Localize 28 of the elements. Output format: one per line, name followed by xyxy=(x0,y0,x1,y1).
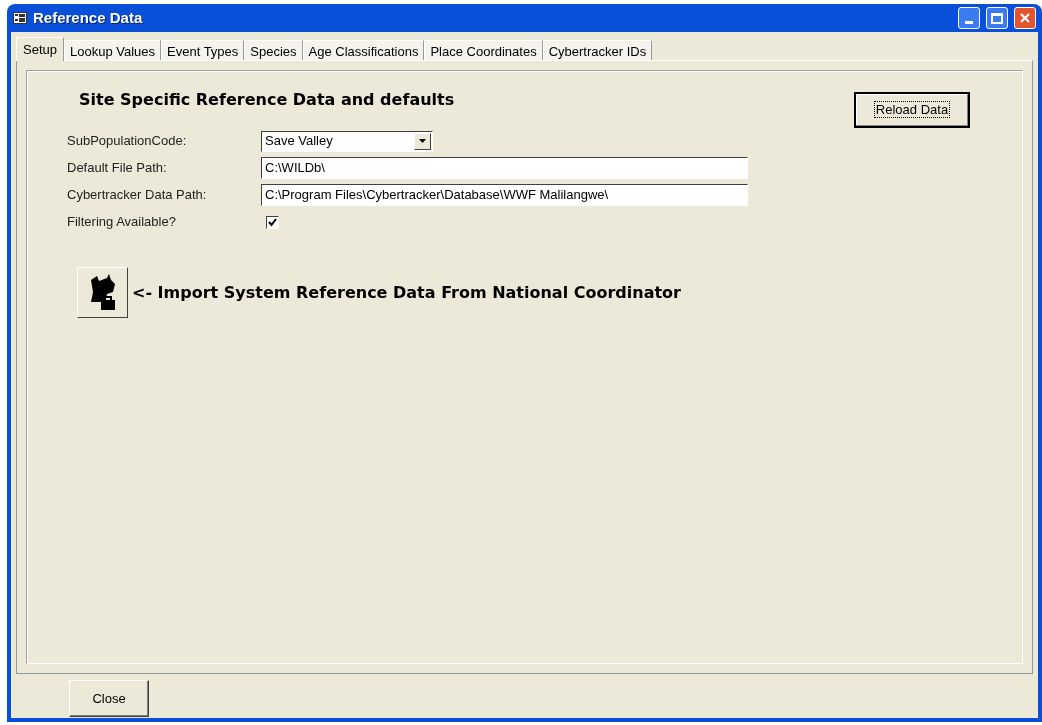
input-field[interactable]: C:\WILDb\ xyxy=(261,157,748,179)
tab[interactable]: Setup xyxy=(16,37,64,61)
tab[interactable]: Age Classifications xyxy=(302,40,425,60)
import-button[interactable] xyxy=(77,267,128,318)
dropdown-arrow-button[interactable] xyxy=(414,132,431,150)
window-title: Reference Data xyxy=(33,7,143,28)
tab[interactable]: Place Coordinates xyxy=(424,40,543,60)
field-label: Default File Path: xyxy=(67,159,168,178)
close-button[interactable]: Close xyxy=(69,680,149,717)
caret-icon xyxy=(419,139,426,143)
maximize-button[interactable] xyxy=(986,7,1008,29)
input-field[interactable]: C:\Program Files\Cybertracker\Database\WWF Malilangwe\ xyxy=(261,184,748,206)
tab[interactable]: Species xyxy=(244,40,303,60)
checkbox[interactable] xyxy=(266,215,279,229)
close-icon xyxy=(1019,12,1031,24)
section-heading: Site Specific Reference Data and defaults xyxy=(79,89,455,111)
form-icon xyxy=(13,12,27,24)
reload-data-button[interactable]: Reload Data xyxy=(854,92,970,128)
field-label: Filtering Available? xyxy=(67,213,177,232)
minimize-button[interactable] xyxy=(958,7,980,29)
field-label: Cybertracker Data Path: xyxy=(67,186,208,205)
dropdown-field[interactable]: Save Valley xyxy=(261,130,433,152)
field-label: SubPopulationCode: xyxy=(67,132,188,151)
tab[interactable]: Lookup Values xyxy=(64,40,162,60)
close-window-button[interactable] xyxy=(1014,7,1036,29)
tab[interactable]: Cybertracker IDs xyxy=(542,40,653,60)
import-label: <- Import System Reference Data From National Coordinator xyxy=(132,281,681,304)
tab[interactable]: Event Types xyxy=(161,40,245,60)
